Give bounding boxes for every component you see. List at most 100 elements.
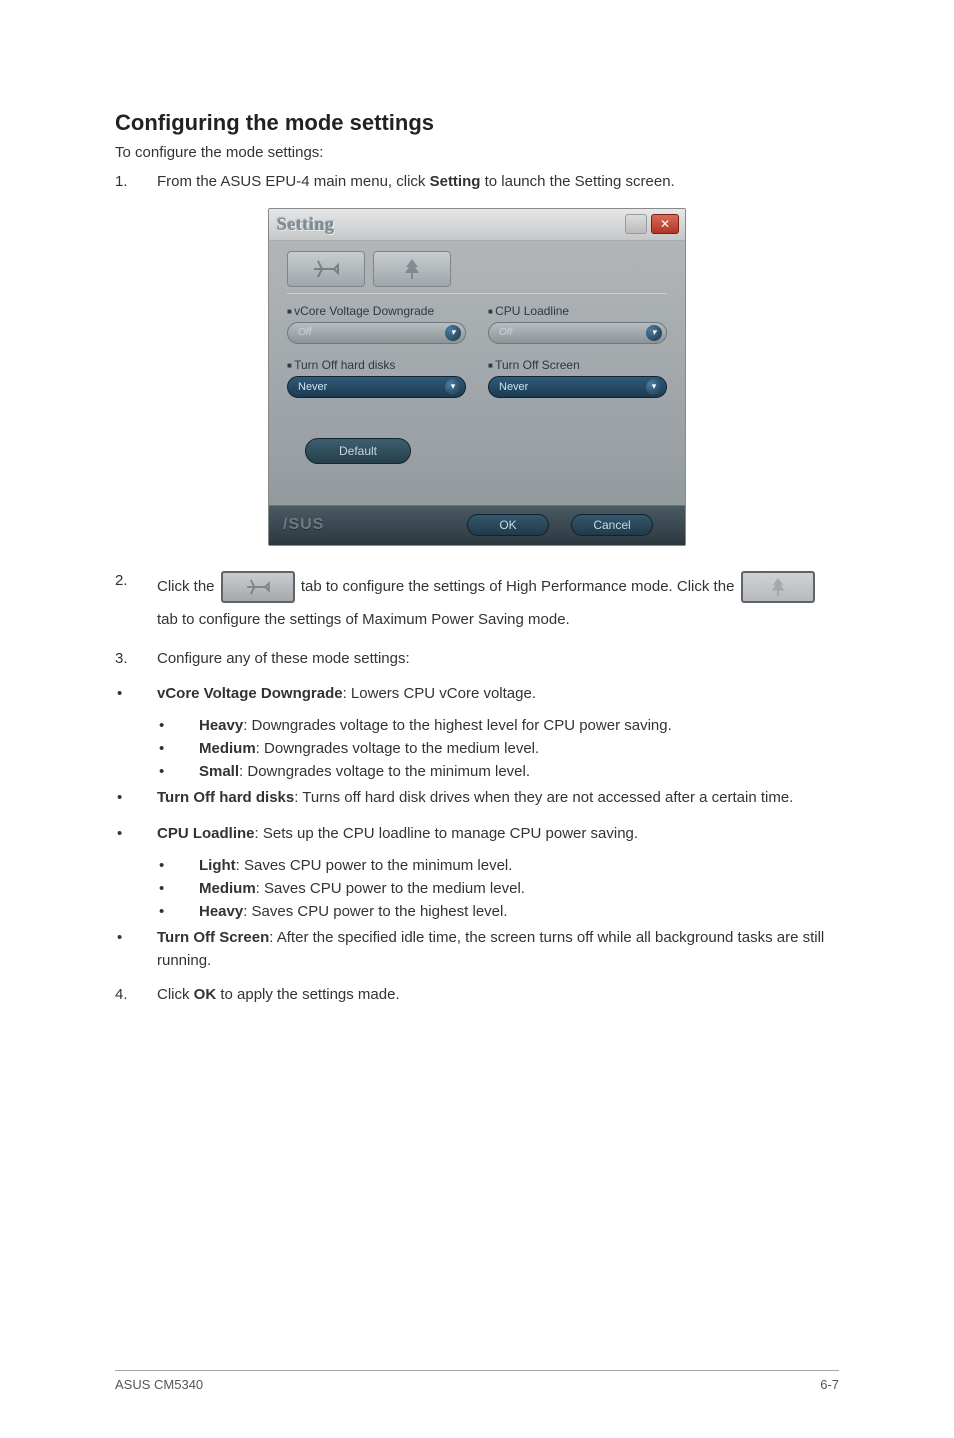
settings-panel: vCore Voltage Downgrade Off ▾ CPU Loadli… <box>287 293 667 464</box>
footer-product: ASUS CM5340 <box>115 1377 203 1392</box>
chevron-down-icon: ▾ <box>445 379 461 395</box>
setting-keyword: Setting <box>430 173 481 190</box>
bullet-icon: • <box>157 857 199 874</box>
heading: Configuring the mode settings <box>115 110 839 136</box>
label: Small <box>199 763 239 780</box>
label: Medium <box>199 880 256 897</box>
inline-tab-power-saving <box>741 571 815 603</box>
asus-logo: /SUS <box>283 516 324 534</box>
sub-bullet-small: • Small: Downgrades voltage to the minim… <box>157 763 839 780</box>
text: : Saves CPU power to the highest level. <box>243 903 507 920</box>
tree-icon <box>402 257 422 281</box>
text: From the ASUS EPU-4 main menu, click <box>157 173 430 190</box>
step-body: Configure any of these mode settings: <box>157 648 839 671</box>
ok-keyword: OK <box>194 986 217 1003</box>
step-body: Click OK to apply the settings made. <box>157 984 839 1007</box>
page-footer: ASUS CM5340 6-7 <box>115 1370 839 1392</box>
cancel-button[interactable]: Cancel <box>571 514 653 536</box>
default-button[interactable]: Default <box>305 438 411 464</box>
screen-dropdown[interactable]: Never ▾ <box>488 376 667 398</box>
sub-bullet-light: • Light: Saves CPU power to the minimum … <box>157 857 839 874</box>
bullet-screen: • Turn Off Screen: After the specified i… <box>115 926 839 973</box>
close-button[interactable]: ✕ <box>651 214 679 234</box>
bullet-vcore: • vCore Voltage Downgrade: Lowers CPU vC… <box>115 682 839 705</box>
step-number: 3. <box>115 648 157 671</box>
screen-label: Turn Off Screen <box>488 358 667 372</box>
step-2: 2. Click the tab to configure the settin… <box>115 570 839 636</box>
cpu-loadline-field: CPU Loadline Off ▾ <box>488 304 667 344</box>
chevron-down-icon: ▾ <box>445 325 461 341</box>
step-number: 2. <box>115 570 157 636</box>
bullet-icon: • <box>115 822 157 845</box>
airplane-icon <box>245 578 271 596</box>
bullet-icon: • <box>115 786 157 809</box>
bullet-icon: • <box>115 682 157 705</box>
text: : Downgrades voltage to the medium level… <box>256 740 539 757</box>
text: Click the <box>157 578 219 595</box>
text: : Lowers CPU vCore voltage. <box>343 685 536 702</box>
step-3: 3. Configure any of these mode settings: <box>115 648 839 671</box>
airplane-icon <box>312 259 340 279</box>
text: to apply the settings made. <box>216 986 399 1003</box>
bullet-icon: • <box>157 880 199 897</box>
titlebar: Setting ✕ <box>269 209 685 241</box>
bullet-icon: • <box>157 903 199 920</box>
step-body: Click the tab to configure the settings … <box>157 570 839 636</box>
text: : Saves CPU power to the medium level. <box>256 880 525 897</box>
bullet-disks: • Turn Off hard disks: Turns off hard di… <box>115 786 839 809</box>
chevron-down-icon: ▾ <box>646 325 662 341</box>
label: Turn Off Screen <box>157 929 269 946</box>
vcore-dropdown[interactable]: Off ▾ <box>287 322 466 344</box>
cpu-loadline-label: CPU Loadline <box>488 304 667 318</box>
bullet-loadline: • CPU Loadline: Sets up the CPU loadline… <box>115 822 839 845</box>
step-body: From the ASUS EPU-4 main menu, click Set… <box>157 171 839 194</box>
text: tab to configure the settings of High Pe… <box>297 578 739 595</box>
footer-page-number: 6-7 <box>820 1377 839 1392</box>
tree-icon <box>769 576 787 598</box>
label: CPU Loadline <box>157 825 255 842</box>
vcore-label: vCore Voltage Downgrade <box>287 304 466 318</box>
sub-bullet-medium: • Medium: Downgrades voltage to the medi… <box>157 740 839 757</box>
dropdown-value: Off <box>499 327 512 338</box>
tab-power-saving[interactable] <box>373 251 451 287</box>
step-number: 4. <box>115 984 157 1007</box>
bullet-icon: • <box>157 740 199 757</box>
step-4: 4. Click OK to apply the settings made. <box>115 984 839 1007</box>
chevron-down-icon: ▾ <box>646 379 662 395</box>
tab-high-performance[interactable] <box>287 251 365 287</box>
label: Turn Off hard disks <box>157 789 294 806</box>
label: Heavy <box>199 717 243 734</box>
bullet-icon: • <box>157 763 199 780</box>
hard-disks-label: Turn Off hard disks <box>287 358 466 372</box>
mode-tabs <box>269 241 685 287</box>
text: to launch the Setting screen. <box>480 173 674 190</box>
screen-field: Turn Off Screen Never ▾ <box>488 358 667 398</box>
hard-disks-dropdown[interactable]: Never ▾ <box>287 376 466 398</box>
cpu-loadline-dropdown[interactable]: Off ▾ <box>488 322 667 344</box>
vcore-field: vCore Voltage Downgrade Off ▾ <box>287 304 466 344</box>
step-number: 1. <box>115 171 157 194</box>
text: tab to configure the settings of Maximum… <box>157 611 570 628</box>
minimize-button[interactable] <box>625 214 647 234</box>
bullet-icon: • <box>157 717 199 734</box>
text: Click <box>157 986 194 1003</box>
text: : Sets up the CPU loadline to manage CPU… <box>255 825 639 842</box>
bullet-icon: • <box>115 926 157 973</box>
text: : Downgrades voltage to the highest leve… <box>243 717 672 734</box>
text: : Turns off hard disk drives when they a… <box>294 789 793 806</box>
step-1: 1. From the ASUS EPU-4 main menu, click … <box>115 171 839 194</box>
ok-button[interactable]: OK <box>467 514 549 536</box>
dialog-bottombar: /SUS OK Cancel <box>269 505 685 545</box>
inline-tab-high-performance <box>221 571 295 603</box>
sub-bullet-medium2: • Medium: Saves CPU power to the medium … <box>157 880 839 897</box>
label: vCore Voltage Downgrade <box>157 685 343 702</box>
dropdown-value: Never <box>298 381 327 393</box>
dialog-title: Setting <box>277 214 335 235</box>
text: : Downgrades voltage to the minimum leve… <box>239 763 530 780</box>
intro-text: To configure the mode settings: <box>115 144 839 161</box>
dropdown-value: Off <box>298 327 311 338</box>
text: : Saves CPU power to the minimum level. <box>236 857 513 874</box>
dropdown-value: Never <box>499 381 528 393</box>
hard-disks-field: Turn Off hard disks Never ▾ <box>287 358 466 398</box>
sub-bullet-heavy2: • Heavy: Saves CPU power to the highest … <box>157 903 839 920</box>
